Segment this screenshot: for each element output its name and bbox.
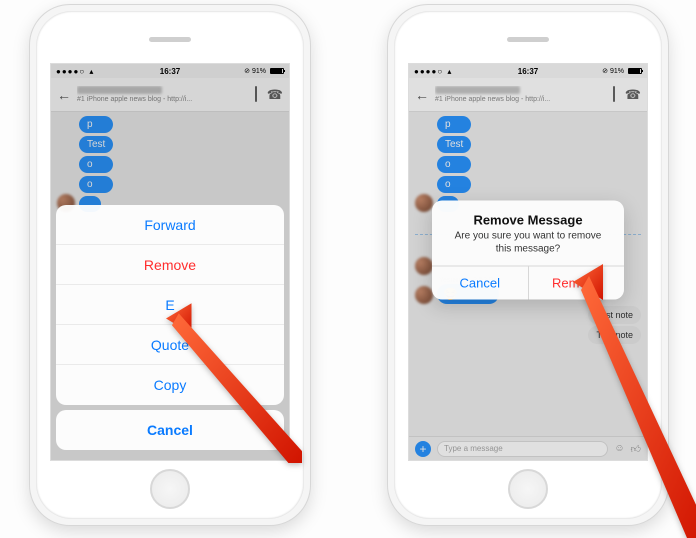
action-copy[interactable]: Copy <box>56 365 284 405</box>
speaker-grille <box>149 37 191 42</box>
action-e[interactable]: E <box>56 285 284 325</box>
home-button[interactable] <box>150 469 190 509</box>
confirm-alert: Remove Message Are you sure you want to … <box>432 201 624 300</box>
home-button[interactable] <box>508 469 548 509</box>
action-sheet-cancel-group: Cancel <box>56 410 284 450</box>
phone-frame-left: ●●●●○ ▴ 16:37 ⊘ 91% ← <box>30 5 310 525</box>
action-forward[interactable]: Forward <box>56 205 284 245</box>
alert-title: Remove Message <box>444 213 612 228</box>
alert-message: Are you sure you want to remove this mes… <box>444 231 612 256</box>
speaker-grille <box>507 37 549 42</box>
action-cancel[interactable]: Cancel <box>56 410 284 450</box>
phone-frame-right: ●●●●○ ▴ 16:37 ⊘ 91% ← <box>388 5 668 525</box>
phone-body: ●●●●○ ▴ 16:37 ⊘ 91% ← <box>36 11 304 519</box>
phone-body: ●●●●○ ▴ 16:37 ⊘ 91% ← <box>394 11 662 519</box>
action-sheet-group: Forward Remove E Quote Copy <box>56 205 284 405</box>
alert-cancel-button[interactable]: Cancel <box>432 267 528 300</box>
action-quote[interactable]: Quote <box>56 325 284 365</box>
screen-left: ●●●●○ ▴ 16:37 ⊘ 91% ← <box>50 63 290 461</box>
alert-remove-button[interactable]: Remove <box>528 267 625 300</box>
action-remove[interactable]: Remove <box>56 245 284 285</box>
action-sheet: Forward Remove E Quote Copy Cancel <box>56 205 284 455</box>
screen-right: ●●●●○ ▴ 16:37 ⊘ 91% ← <box>408 63 648 461</box>
